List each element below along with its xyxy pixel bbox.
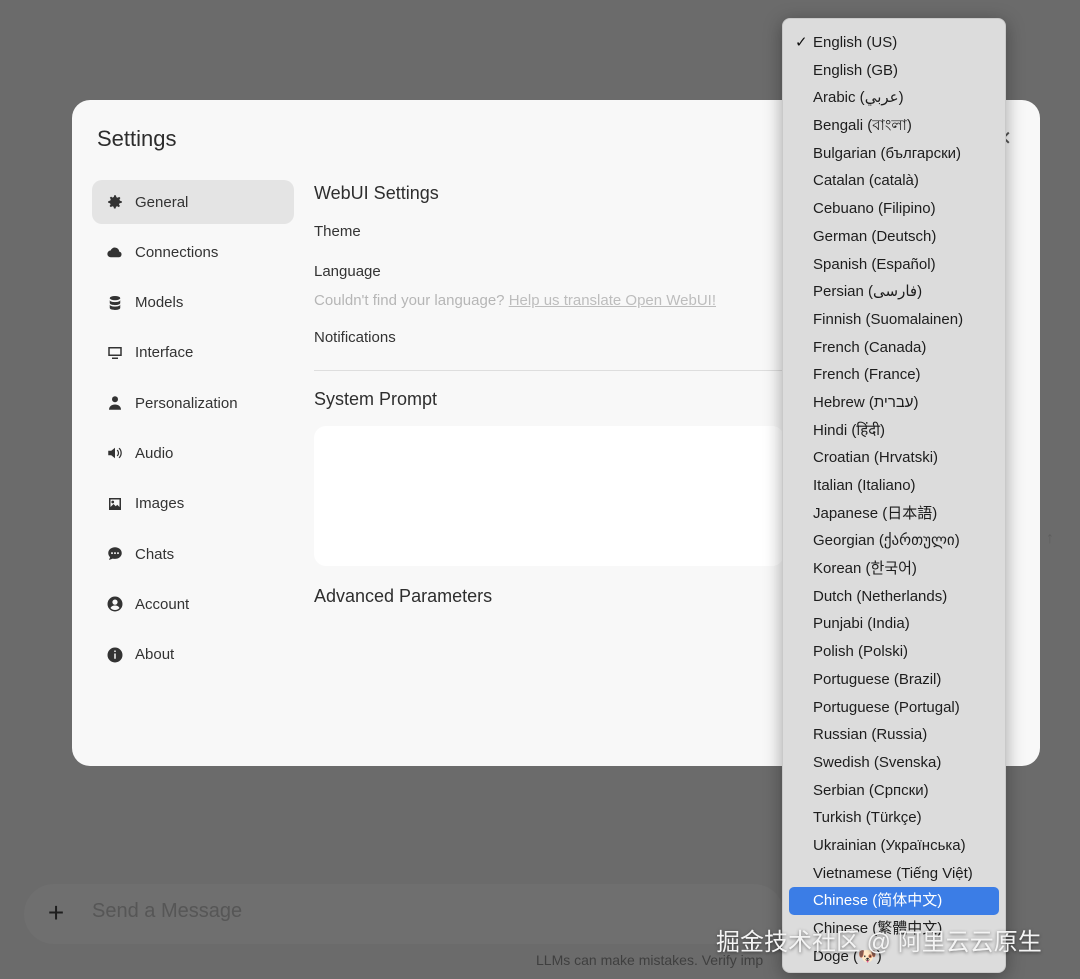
add-attachment-button[interactable]: + bbox=[44, 898, 68, 928]
language-option[interactable]: Russian (Russia) bbox=[783, 721, 1005, 749]
sidebar-item-label: About bbox=[135, 646, 175, 664]
settings-sidebar: General Connections Models Interface Per… bbox=[92, 180, 294, 683]
language-option[interactable]: Punjabi (India) bbox=[783, 610, 1005, 638]
sidebar-item-interface[interactable]: Interface bbox=[92, 331, 294, 375]
sidebar-item-about[interactable]: About bbox=[92, 633, 294, 677]
language-hint-text: Couldn't find your language? bbox=[314, 292, 505, 309]
language-option[interactable]: Turkish (Türkçe) bbox=[783, 804, 1005, 832]
language-option[interactable]: Georgian (ქართული) bbox=[783, 527, 1005, 555]
language-option[interactable]: English (GB) bbox=[783, 57, 1005, 85]
language-option[interactable]: Hebrew (עברית) bbox=[783, 389, 1005, 417]
language-option[interactable]: Italian (Italiano) bbox=[783, 472, 1005, 500]
sidebar-item-audio[interactable]: Audio bbox=[92, 431, 294, 475]
section-divider bbox=[314, 370, 784, 371]
database-icon bbox=[105, 293, 125, 313]
language-option[interactable]: French (Canada) bbox=[783, 334, 1005, 362]
language-option[interactable]: Korean (한국어) bbox=[783, 555, 1005, 583]
language-option[interactable]: Cebuano (Filipino) bbox=[783, 195, 1005, 223]
sidebar-item-label: Account bbox=[135, 595, 190, 613]
language-option[interactable]: German (Deutsch) bbox=[783, 223, 1005, 251]
sidebar-item-general[interactable]: General bbox=[92, 180, 294, 224]
language-option[interactable]: Catalan (català) bbox=[783, 167, 1005, 195]
language-option-highlighted[interactable]: Chinese (简体中文) bbox=[789, 887, 999, 915]
sidebar-item-account[interactable]: Account bbox=[92, 582, 294, 626]
monitor-icon bbox=[105, 343, 125, 363]
speaker-icon bbox=[105, 443, 125, 463]
language-option[interactable]: Dutch (Netherlands) bbox=[783, 583, 1005, 611]
checkmark-icon: ✓ bbox=[795, 34, 808, 51]
language-option[interactable]: Finnish (Suomalainen) bbox=[783, 306, 1005, 334]
user-icon bbox=[105, 393, 125, 413]
sidebar-item-chats[interactable]: Chats bbox=[92, 532, 294, 576]
modal-title: Settings bbox=[97, 126, 177, 151]
sidebar-item-label: Personalization bbox=[135, 394, 238, 412]
sidebar-item-connections[interactable]: Connections bbox=[92, 230, 294, 274]
image-icon bbox=[105, 494, 125, 514]
language-option[interactable]: Croatian (Hrvatski) bbox=[783, 444, 1005, 472]
language-option[interactable]: Polish (Polski) bbox=[783, 638, 1005, 666]
sidebar-item-label: Chats bbox=[135, 545, 175, 563]
cloud-icon bbox=[105, 242, 125, 262]
language-option[interactable]: Arabic (عربي) bbox=[783, 84, 1005, 112]
sidebar-item-images[interactable]: Images bbox=[92, 482, 294, 526]
sidebar-item-label: Connections bbox=[135, 243, 219, 261]
language-option[interactable]: Serbian (Српски) bbox=[783, 777, 1005, 805]
language-option[interactable]: Bengali (বাংলা) bbox=[783, 112, 1005, 140]
watermark-text: 掘金技术社区 @ 阿里云云原生 bbox=[716, 929, 1042, 956]
gear-icon bbox=[105, 192, 125, 212]
sidebar-item-label: Images bbox=[135, 495, 185, 513]
language-option[interactable]: Portuguese (Portugal) bbox=[783, 694, 1005, 722]
info-icon bbox=[105, 645, 125, 665]
system-prompt-textarea[interactable] bbox=[314, 426, 784, 566]
language-option[interactable]: Vietnamese (Tiếng Việt) bbox=[783, 860, 1005, 888]
message-input[interactable]: Send a Message bbox=[92, 900, 242, 923]
sidebar-item-models[interactable]: Models bbox=[92, 281, 294, 325]
send-arrow-icon[interactable]: ↑ bbox=[1046, 530, 1054, 548]
sidebar-item-label: Interface bbox=[135, 344, 194, 362]
language-option[interactable]: Spanish (Español) bbox=[783, 251, 1005, 279]
account-circle-icon bbox=[105, 594, 125, 614]
language-option[interactable]: Japanese (日本語) bbox=[783, 500, 1005, 528]
language-option[interactable]: Portuguese (Brazil) bbox=[783, 666, 1005, 694]
language-option[interactable]: ✓ English (US) bbox=[783, 29, 1005, 57]
language-dropdown[interactable]: ✓ English (US) English (GB) Arabic (عربي)… bbox=[782, 18, 1006, 973]
language-option[interactable]: Swedish (Svenska) bbox=[783, 749, 1005, 777]
language-option[interactable]: Ukrainian (Українська) bbox=[783, 832, 1005, 860]
sidebar-item-label: Audio bbox=[135, 444, 174, 462]
language-option[interactable]: Persian (فارسی) bbox=[783, 278, 1005, 306]
language-option[interactable]: Bulgarian (български) bbox=[783, 140, 1005, 168]
translate-link[interactable]: Help us translate Open WebUI! bbox=[509, 292, 716, 309]
sidebar-item-personalization[interactable]: Personalization bbox=[92, 381, 294, 425]
sidebar-item-label: General bbox=[135, 193, 189, 211]
language-option[interactable]: Hindi (हिंदी) bbox=[783, 417, 1005, 445]
language-option[interactable]: French (France) bbox=[783, 361, 1005, 389]
chat-bubble-icon bbox=[105, 544, 125, 564]
sidebar-item-label: Models bbox=[135, 294, 184, 312]
